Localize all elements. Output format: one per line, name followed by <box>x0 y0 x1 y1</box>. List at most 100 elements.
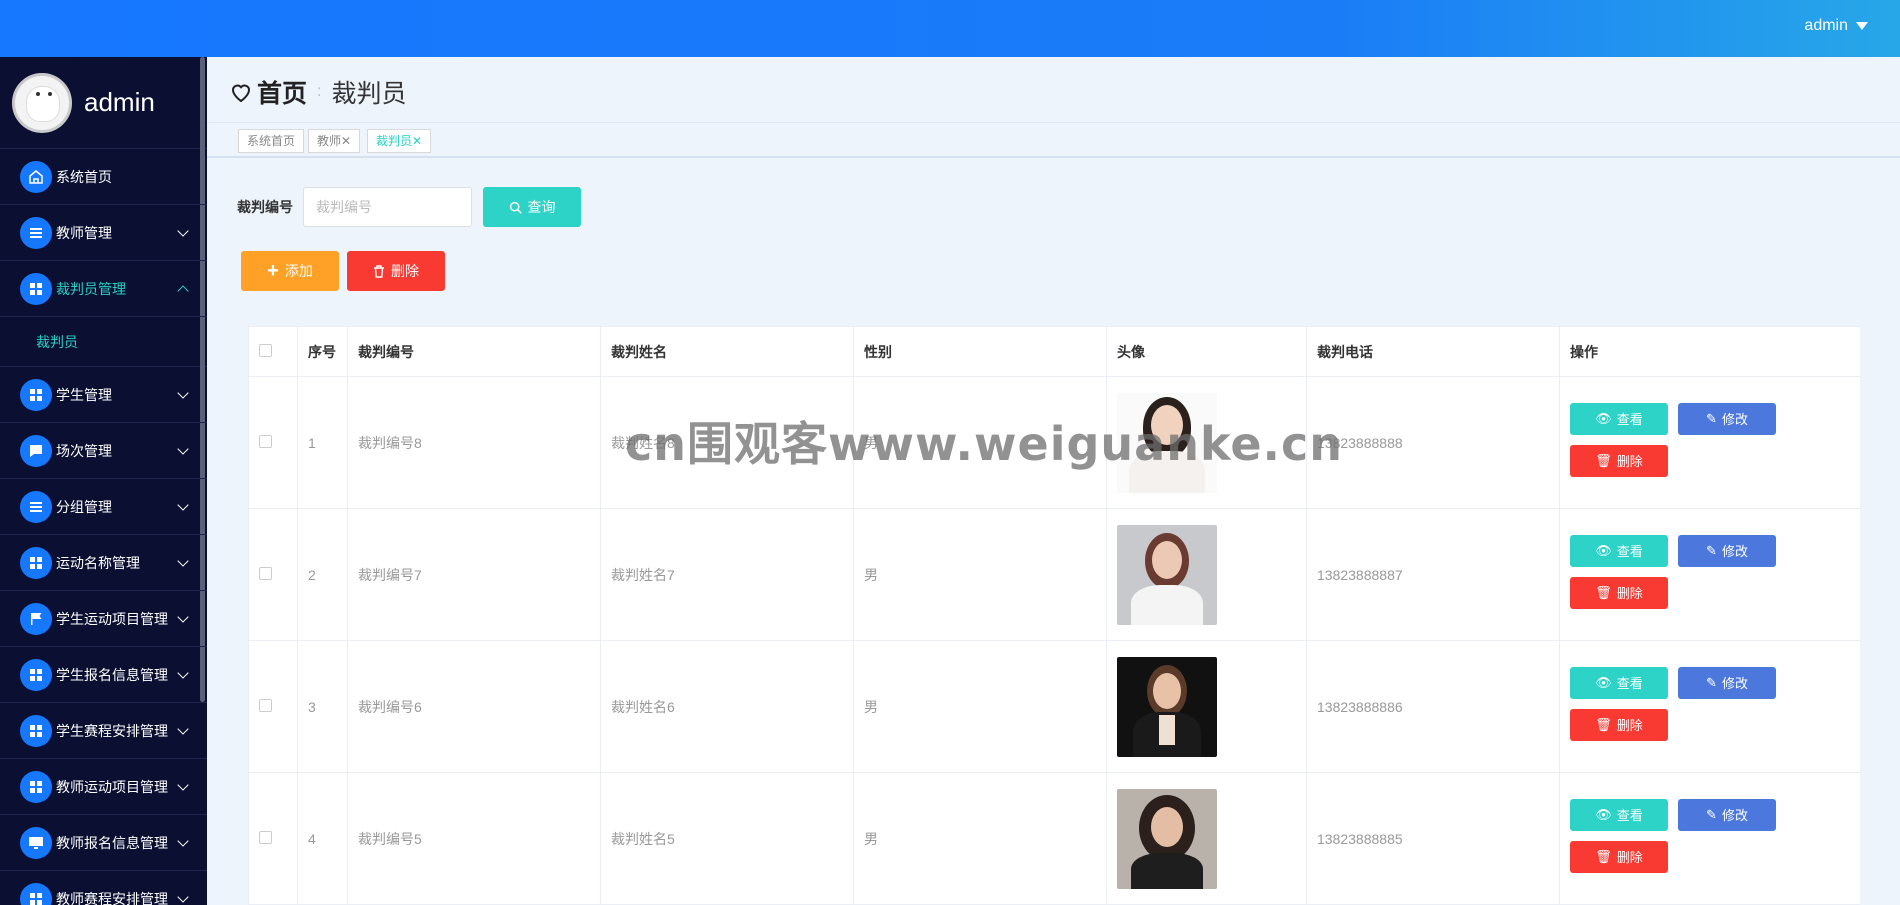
row-gender: 男 <box>853 640 1107 773</box>
list-icon <box>20 216 52 249</box>
row-name: 裁判姓名7 <box>600 508 854 641</box>
tab-teacher[interactable]: 教师✕ <box>308 129 361 153</box>
delete-button-label: 删除 <box>1616 718 1643 733</box>
row-select[interactable] <box>248 640 298 773</box>
edit-button[interactable]: ✎ 修改 <box>1678 666 1776 699</box>
batch-delete-button[interactable]: 删除 <box>347 251 445 291</box>
monitor-icon <box>20 826 52 859</box>
header-code: 裁判编号 <box>347 326 601 377</box>
sidebar-item-label: 运动名称管理 <box>56 554 140 571</box>
view-button[interactable]: 👁 查看 <box>1570 402 1668 435</box>
search-input[interactable] <box>303 187 472 227</box>
row-name: 裁判姓名6 <box>600 640 854 773</box>
top-bar: admin <box>0 0 1900 57</box>
row-select[interactable] <box>248 376 298 509</box>
checkbox[interactable] <box>259 698 272 712</box>
home-icon <box>20 160 52 193</box>
heart-icon <box>231 84 251 103</box>
edit-button[interactable]: ✎ 修改 <box>1678 798 1776 831</box>
sidebar-item[interactable]: 裁判员管理 <box>0 261 207 317</box>
checkbox[interactable] <box>259 434 272 448</box>
chevron-down-icon <box>177 443 189 455</box>
delete-button[interactable]: 🗑 删除 <box>1570 840 1668 873</box>
sidebar-item-label: 教师赛程安排管理 <box>56 890 168 905</box>
pencil-icon: ✎ <box>1706 674 1717 690</box>
breadcrumb-home[interactable]: 首页 <box>229 74 307 110</box>
header-actions: 操作 <box>1559 326 1860 377</box>
trash-icon: 🗑 <box>1595 716 1612 732</box>
sidebar-item[interactable]: 系统首页 <box>0 149 207 205</box>
edit-button[interactable]: ✎ 修改 <box>1678 402 1776 435</box>
header-index: 序号 <box>297 326 348 377</box>
delete-button[interactable]: 🗑 删除 <box>1570 576 1668 609</box>
add-button[interactable]: + 添加 <box>241 251 339 291</box>
edit-button-label: 修改 <box>1721 676 1748 691</box>
sidebar-item-label: 学生报名信息管理 <box>56 666 168 683</box>
row-select[interactable] <box>248 508 298 641</box>
table-row: 4 裁判编号5 裁判姓名5 男 13823888885 👁 查看 ✎ 修改 🗑 删除 <box>248 772 1860 905</box>
close-icon[interactable]: ✕ <box>412 134 422 148</box>
header-select-all[interactable] <box>248 326 298 377</box>
sidebar: admin 系统首页 教师管理 裁判员管理 裁判员学生管理场次管理分组管理运动名称管理… <box>0 57 207 905</box>
checkbox[interactable] <box>259 343 272 357</box>
sidebar-menu: 系统首页 教师管理 裁判员管理 裁判员学生管理场次管理分组管理运动名称管理学生运动项目… <box>0 149 207 905</box>
sidebar-subitem[interactable]: 裁判员 <box>0 317 207 367</box>
pencil-icon: ✎ <box>1706 410 1717 426</box>
row-phone: 13823888885 <box>1306 772 1560 905</box>
sidebar-item-label: 学生管理 <box>56 386 112 403</box>
sidebar-item[interactable]: 教师运动项目管理 <box>0 759 207 815</box>
chevron-down-icon <box>177 225 189 237</box>
sidebar-item-label: 分组管理 <box>56 498 112 515</box>
avatar <box>12 72 72 133</box>
eye-icon: 👁 <box>1595 806 1612 822</box>
header-name: 裁判姓名 <box>600 326 854 377</box>
delete-button[interactable]: 🗑 删除 <box>1570 708 1668 741</box>
row-index: 3 <box>297 640 348 773</box>
pencil-icon: ✎ <box>1706 806 1717 822</box>
eye-icon: 👁 <box>1595 410 1612 426</box>
delete-button[interactable]: 🗑 删除 <box>1570 444 1668 477</box>
sidebar-item[interactable]: 学生运动项目管理 <box>0 591 207 647</box>
view-button[interactable]: 👁 查看 <box>1570 798 1668 831</box>
sidebar-item[interactable]: 分组管理 <box>0 479 207 535</box>
grid-icon <box>20 714 52 747</box>
sidebar-item[interactable]: 场次管理 <box>0 423 207 479</box>
grid-icon <box>20 770 52 803</box>
checkbox[interactable] <box>259 830 272 844</box>
row-index: 1 <box>297 376 348 509</box>
sidebar-item-label: 学生运动项目管理 <box>56 610 168 627</box>
sidebar-item[interactable]: 教师管理 <box>0 205 207 261</box>
view-button[interactable]: 👁 查看 <box>1570 666 1668 699</box>
grid-icon <box>20 378 52 411</box>
sidebar-item[interactable]: 学生赛程安排管理 <box>0 703 207 759</box>
plus-icon: + <box>267 260 279 282</box>
row-phone: 13823888886 <box>1306 640 1560 773</box>
query-button[interactable]: 查询 <box>483 187 581 227</box>
trash-icon <box>374 264 384 278</box>
checkbox[interactable] <box>259 566 272 580</box>
sidebar-item[interactable]: 学生管理 <box>0 367 207 423</box>
edit-button[interactable]: ✎ 修改 <box>1678 534 1776 567</box>
tab-referee[interactable]: 裁判员✕ <box>367 129 432 153</box>
user-menu[interactable]: admin <box>1804 17 1868 35</box>
sidebar-item[interactable]: 运动名称管理 <box>0 535 207 591</box>
row-actions: 👁 查看 ✎ 修改 🗑 删除 <box>1559 772 1860 905</box>
row-actions: 👁 查看 ✎ 修改 🗑 删除 <box>1559 508 1860 641</box>
view-button[interactable]: 👁 查看 <box>1570 534 1668 567</box>
table-row: 2 裁判编号7 裁判姓名7 男 13823888887 👁 查看 ✎ 修改 🗑 删除 <box>248 508 1860 641</box>
profile-name: admin <box>84 87 155 117</box>
tab-home[interactable]: 系统首页 <box>238 129 305 153</box>
row-avatar-cell <box>1106 640 1307 773</box>
add-button-label: 添加 <box>284 263 313 279</box>
sidebar-item[interactable]: 学生报名信息管理 <box>0 647 207 703</box>
tab-label: 教师 <box>317 134 342 148</box>
close-icon[interactable]: ✕ <box>341 134 351 148</box>
header-avatar: 头像 <box>1106 326 1307 377</box>
sidebar-item[interactable]: 教师报名信息管理 <box>0 815 207 871</box>
sidebar-item[interactable]: 教师赛程安排管理 <box>0 871 207 905</box>
row-name: 裁判姓名5 <box>600 772 854 905</box>
tab-label: 系统首页 <box>247 134 296 148</box>
breadcrumb-separator: : <box>317 83 322 100</box>
sidebar-profile: admin <box>0 57 207 149</box>
row-select[interactable] <box>248 772 298 905</box>
